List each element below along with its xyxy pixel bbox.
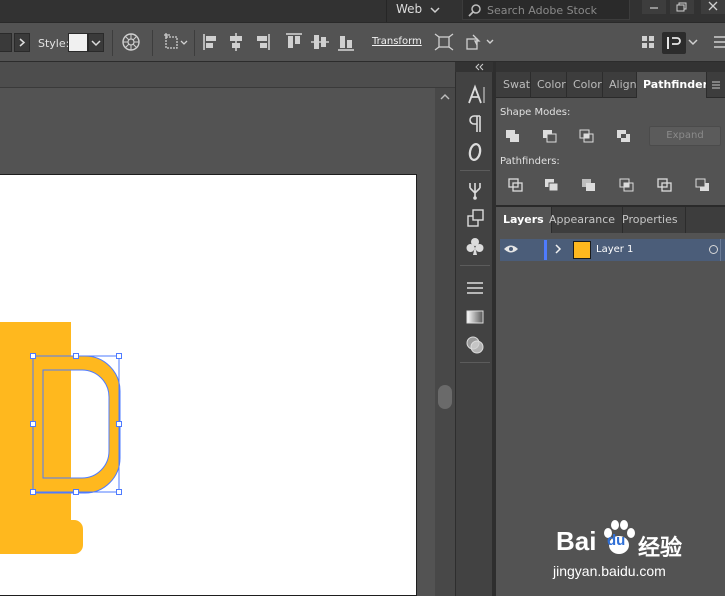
handle-bottom-right[interactable] <box>116 489 122 495</box>
watermark-brand-cn: 经验 <box>638 536 683 561</box>
puppet-warp-icon[interactable] <box>464 32 498 52</box>
transparency-panel-icon[interactable] <box>462 333 488 357</box>
exclude-icon[interactable] <box>615 128 633 144</box>
visibility-eye-icon[interactable] <box>503 243 519 255</box>
minimize-button[interactable] <box>642 0 666 14</box>
scrollbar-thumb[interactable] <box>438 385 452 409</box>
scroll-up-arrow-icon[interactable] <box>439 92 451 102</box>
shape-modes-label: Shape Modes: <box>500 107 571 118</box>
watermark-brand-b: du <box>607 532 626 549</box>
crop-icon[interactable] <box>618 177 636 193</box>
merge-icon[interactable] <box>580 177 598 193</box>
artwork-layer <box>0 322 122 554</box>
paragraph-panel-icon[interactable] <box>462 112 488 136</box>
minus-back-icon[interactable] <box>694 177 712 193</box>
transform-panel-icon[interactable] <box>462 206 488 230</box>
watermark-site: jingyan.baidu.com <box>553 563 666 579</box>
intersect-icon[interactable] <box>578 128 596 144</box>
tab-align[interactable]: Align <box>603 72 637 98</box>
restore-button[interactable] <box>670 0 694 14</box>
character-panel-icon[interactable] <box>462 83 488 107</box>
trim-icon[interactable] <box>543 177 561 193</box>
unite-icon[interactable] <box>504 128 522 144</box>
layer-name[interactable]: Layer 1 <box>596 244 633 255</box>
tab-properties[interactable]: Properties <box>615 207 686 233</box>
divide-icon[interactable] <box>507 177 525 193</box>
grid-view-icon[interactable] <box>641 32 655 52</box>
handle-top-center[interactable] <box>73 353 79 359</box>
layer-thumbnail <box>573 241 591 259</box>
outline-icon[interactable] <box>656 177 674 193</box>
handle-middle-left[interactable] <box>30 421 36 427</box>
handle-middle-right[interactable] <box>116 421 122 427</box>
handle-top-right[interactable] <box>116 353 122 359</box>
baidu-jingyan-watermark: Bai du 经验 <box>556 518 716 561</box>
search-input[interactable] <box>487 2 627 18</box>
isolate-selected-object-icon[interactable] <box>433 32 455 52</box>
gradient-panel-icon[interactable] <box>462 305 488 329</box>
dock-group-divider <box>460 362 490 363</box>
dock-group-divider <box>460 265 490 266</box>
layer-target-circle[interactable] <box>709 245 718 254</box>
opentype-panel-icon[interactable] <box>462 140 488 164</box>
watermark-brand-a: Bai <box>556 526 597 556</box>
handle-top-left[interactable] <box>30 353 36 359</box>
tab-pathfinder[interactable]: Pathfinder <box>637 72 707 98</box>
chevron-down-icon[interactable] <box>687 32 699 52</box>
search-icon <box>468 4 481 17</box>
expand-layer-chevron-icon[interactable] <box>553 243 563 255</box>
tab-color-guide[interactable]: Color <box>567 72 603 98</box>
expand-button[interactable]: Expand <box>649 126 721 146</box>
tab-swatches[interactable]: Swatc <box>497 72 531 98</box>
layer-color-indicator <box>544 240 547 260</box>
layer-row-divider <box>720 239 721 261</box>
symbols-panel-icon[interactable] <box>462 178 488 202</box>
arrange-documents-button[interactable] <box>662 32 686 54</box>
dock-collapse-bar[interactable] <box>455 62 493 72</box>
handle-bottom-center[interactable] <box>73 489 79 495</box>
minus-front-icon[interactable] <box>541 128 559 144</box>
tab-appearance[interactable]: Appearance <box>542 207 624 233</box>
stroke-panel-icon[interactable] <box>462 276 488 300</box>
club-symbol-icon[interactable] <box>462 234 488 258</box>
panel-dock-header[interactable] <box>496 62 725 72</box>
close-button[interactable] <box>701 0 725 14</box>
panel-menu-icon[interactable] <box>713 32 725 52</box>
dock-group-divider <box>460 170 490 171</box>
tab-color[interactable]: Color <box>531 72 567 98</box>
vertical-scrollbar[interactable] <box>435 88 455 596</box>
handle-bottom-left[interactable] <box>30 489 36 495</box>
panel-menu-icon[interactable] <box>711 80 721 90</box>
pathfinders-label: Pathfinders: <box>500 156 560 167</box>
